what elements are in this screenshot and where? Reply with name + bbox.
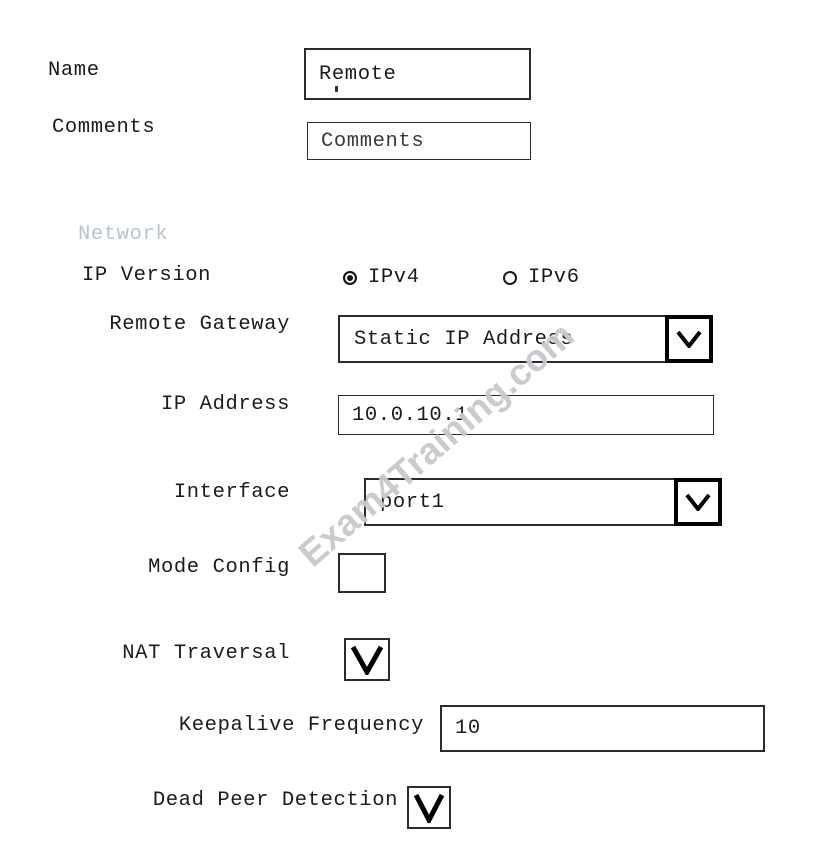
ip-version-option-ipv4[interactable]: IPv4 bbox=[343, 266, 503, 289]
comments-input[interactable]: Comments bbox=[307, 122, 531, 160]
keepalive-frequency-label: Keepalive Frequency bbox=[178, 714, 424, 737]
mode-config-label: Mode Config bbox=[148, 556, 290, 579]
remote-gateway-select-value: Static IP Address bbox=[354, 327, 574, 351]
keepalive-frequency-input-value: 10 bbox=[455, 717, 481, 740]
name-input[interactable]: Remote bbox=[304, 48, 531, 100]
radio-selected-icon bbox=[343, 270, 357, 285]
network-section-title: Network bbox=[78, 223, 169, 246]
remote-gateway-select[interactable]: Static IP Address bbox=[338, 315, 713, 363]
comments-label: Comments bbox=[52, 116, 156, 139]
interface-label: Interface bbox=[173, 481, 290, 504]
interface-select-value: port1 bbox=[380, 490, 445, 514]
ip-version-radio-group[interactable]: IPv4 IPv6 bbox=[343, 266, 580, 289]
mode-config-checkbox[interactable] bbox=[338, 553, 386, 593]
ip-address-label: IP Address bbox=[160, 393, 290, 416]
ip-address-input[interactable]: 10.0.10.1 bbox=[338, 395, 714, 435]
checkbox-checked-icon bbox=[413, 793, 445, 823]
ip-version-option-ipv6-label: IPv6 bbox=[528, 266, 580, 289]
interface-select[interactable]: port1 bbox=[364, 478, 722, 526]
nat-traversal-label: NAT Traversal bbox=[122, 642, 290, 665]
nat-traversal-checkbox[interactable] bbox=[344, 638, 390, 681]
watermark: Exam4Training.com bbox=[291, 314, 582, 575]
ip-address-input-value: 10.0.10.1 bbox=[352, 403, 469, 427]
vpn-network-settings-page: Name Remote Comments Comments Network IP… bbox=[0, 0, 840, 852]
ip-version-label: IP Version bbox=[82, 264, 212, 287]
keepalive-frequency-input[interactable]: 10 bbox=[440, 705, 765, 752]
dead-peer-detection-checkbox[interactable] bbox=[407, 786, 451, 829]
chevron-down-icon[interactable] bbox=[665, 315, 713, 363]
ink-dot-artifact bbox=[335, 86, 338, 92]
radio-unselected-icon bbox=[503, 270, 517, 285]
ip-version-option-ipv6[interactable]: IPv6 bbox=[503, 266, 580, 289]
ip-version-option-ipv4-label: IPv4 bbox=[368, 266, 420, 289]
name-label: Name bbox=[48, 59, 100, 82]
chevron-down-icon[interactable] bbox=[674, 478, 722, 526]
comments-input-value: Comments bbox=[321, 129, 425, 153]
dead-peer-detection-label: Dead Peer Detection bbox=[152, 789, 398, 812]
checkbox-checked-icon bbox=[350, 645, 384, 675]
name-input-value: Remote bbox=[319, 62, 397, 86]
remote-gateway-label: Remote Gateway bbox=[109, 313, 290, 336]
